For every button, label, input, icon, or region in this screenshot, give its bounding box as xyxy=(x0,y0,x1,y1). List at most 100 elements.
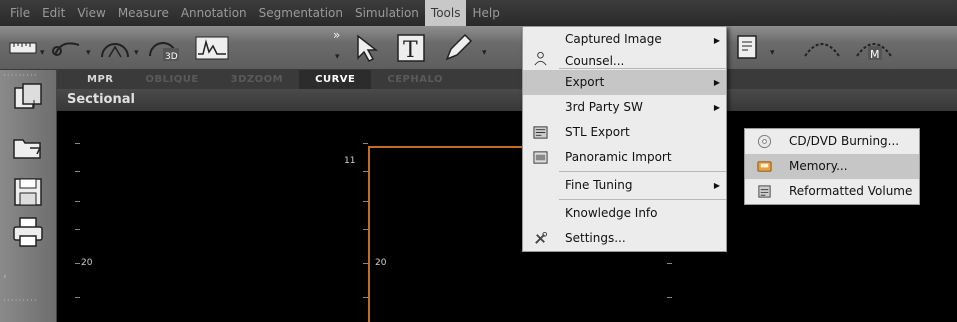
3d-measure-button[interactable]: 3D xyxy=(146,31,182,65)
memory-label: Memory... xyxy=(789,159,848,173)
histogram-icon xyxy=(195,36,229,60)
menu-item-captured-image[interactable]: Captured Image ▶ Counsel... xyxy=(523,27,726,69)
menu-separator xyxy=(559,199,726,200)
curve-m-button[interactable]: M xyxy=(852,31,896,65)
svg-text:T: T xyxy=(403,38,418,63)
tab-cephalo[interactable]: CEPHALO xyxy=(371,70,459,89)
ruler-tick xyxy=(75,229,80,230)
menu-item-fine-tuning[interactable]: Fine Tuning ▶ xyxy=(523,173,726,198)
memory-icon xyxy=(757,161,772,172)
submenu-arrow-icon: ▶ xyxy=(713,78,720,87)
captured-image-label: Captured Image xyxy=(565,32,662,46)
open-folder-icon[interactable] xyxy=(12,132,44,164)
menu-file[interactable]: File xyxy=(0,0,36,26)
angle-tool-button[interactable] xyxy=(50,31,84,65)
text-tool-button[interactable]: T xyxy=(392,31,430,65)
menu-item-3rd-party-sw[interactable]: 3rd Party SW ▶ xyxy=(523,95,726,120)
save-disk-icon[interactable] xyxy=(12,176,44,208)
ruler-tool-button[interactable] xyxy=(8,31,38,65)
print-dropdown-icon[interactable]: ▾ xyxy=(770,48,775,58)
select-pointer-button[interactable] xyxy=(348,31,386,65)
ruler-tick xyxy=(75,171,80,172)
stl-export-label: STL Export xyxy=(565,125,630,139)
ruler-tick xyxy=(75,143,80,144)
menu-help[interactable]: Help xyxy=(466,0,505,26)
print-preview-button[interactable] xyxy=(730,31,766,65)
toolbar-more-icon[interactable]: ▾ xyxy=(335,52,340,62)
settings-label: Settings... xyxy=(565,231,626,245)
ruler-tick xyxy=(667,263,672,264)
arc-dropdown-icon[interactable]: ▾ xyxy=(134,48,139,58)
person-icon xyxy=(534,51,547,66)
tab-3dzoom[interactable]: 3DZOOM xyxy=(215,70,299,89)
ruler-dropdown-icon[interactable]: ▾ xyxy=(40,48,45,58)
menu-edit[interactable]: Edit xyxy=(36,0,71,26)
print-icon[interactable] xyxy=(12,216,44,248)
document-hand-icon xyxy=(737,35,757,59)
knowledge-info-label: Knowledge Info xyxy=(565,206,658,220)
panoramic-icon xyxy=(533,151,548,164)
ruler-tick xyxy=(75,263,80,264)
menu-item-reformatted-volume[interactable]: Reformatted Volume xyxy=(745,179,919,204)
pencil-tool-button[interactable] xyxy=(440,31,476,65)
tab-curve[interactable]: CURVE xyxy=(299,70,372,89)
3d-measure-icon: 3D xyxy=(149,42,179,62)
panoramic-import-label: Panoramic Import xyxy=(565,150,672,164)
tools-menu: Captured Image ▶ Counsel... Export ▶ 3rd… xyxy=(522,26,727,252)
reformatted-volume-label: Reformatted Volume xyxy=(789,184,913,198)
menu-tools[interactable]: Tools xyxy=(424,0,467,26)
pencil-icon xyxy=(445,33,473,61)
menu-simulation[interactable]: Simulation xyxy=(349,0,425,26)
submenu-arrow-icon: ▶ xyxy=(713,181,720,190)
disc-icon xyxy=(757,134,772,149)
counsel-label[interactable]: Counsel... xyxy=(565,53,726,69)
sectional-title: Sectional xyxy=(57,89,957,111)
svg-text:3D: 3D xyxy=(165,52,178,62)
submenu-arrow-icon: ▶ xyxy=(713,36,720,45)
menu-item-settings[interactable]: Settings... xyxy=(523,226,726,251)
view-tabs: MPR OBLIQUE 3DZOOM CURVE CEPHALO xyxy=(57,70,957,89)
ruler-tick xyxy=(667,297,672,298)
menu-annotation[interactable]: Annotation xyxy=(175,0,253,26)
pencil-dropdown-icon[interactable]: ▾ xyxy=(482,48,487,58)
svg-text:M: M xyxy=(870,48,880,61)
menu-separator xyxy=(559,171,726,172)
copy-icon[interactable] xyxy=(12,82,44,114)
curve-measure-button[interactable] xyxy=(800,31,844,65)
menu-item-export[interactable]: Export ▶ xyxy=(523,70,726,95)
menu-measure[interactable]: Measure xyxy=(112,0,175,26)
tab-oblique[interactable]: OBLIQUE xyxy=(129,70,214,89)
pointer-arrow-icon xyxy=(357,34,379,62)
angle-dropdown-icon[interactable]: ▾ xyxy=(86,48,91,58)
main-toolbar: ▾ ▾ ▾ 3D » ▾ T ▾ ▾ M xyxy=(0,26,957,70)
grip-dots-icon[interactable]: ········· xyxy=(3,71,38,81)
toolbar-overflow-icon[interactable]: » xyxy=(333,28,340,42)
menu-segmentation[interactable]: Segmentation xyxy=(253,0,349,26)
cd-dvd-burning-label: CD/DVD Burning... xyxy=(789,134,900,148)
menu-item-stl-export[interactable]: STL Export xyxy=(523,120,726,145)
histogram-button[interactable] xyxy=(192,31,232,65)
grip-dots-bottom-icon[interactable]: ········· xyxy=(3,296,38,306)
menu-item-knowledge-info[interactable]: Knowledge Info xyxy=(523,201,726,226)
ruler-label-top: 11 xyxy=(344,156,356,166)
ruler-tick xyxy=(363,143,368,144)
menu-bar: File Edit View Measure Annotation Segmen… xyxy=(0,0,957,26)
menu-view[interactable]: View xyxy=(71,0,111,26)
curve-measure-icon xyxy=(804,43,840,57)
export-submenu: CD/DVD Burning... Memory... Reformatted … xyxy=(744,128,920,205)
angle-measure-icon xyxy=(52,42,80,56)
curve-frame-top xyxy=(368,146,528,148)
fine-tuning-label: Fine Tuning xyxy=(565,178,633,192)
ruler-tick xyxy=(75,297,80,298)
left-toolbar: ········· ‹ ········· xyxy=(0,70,57,322)
arc-tool-button[interactable] xyxy=(98,31,132,65)
arc-measure-icon xyxy=(101,43,129,58)
scroll-left-icon[interactable]: ‹ xyxy=(3,272,8,282)
menu-item-memory[interactable]: Memory... xyxy=(745,154,919,179)
menu-item-cd-dvd-burning[interactable]: CD/DVD Burning... xyxy=(745,129,919,154)
menu-item-panoramic-import[interactable]: Panoramic Import xyxy=(523,145,726,170)
tab-mpr[interactable]: MPR xyxy=(57,70,129,89)
tools-icon xyxy=(535,231,548,244)
volume-icon xyxy=(758,185,771,198)
curve-frame-left xyxy=(368,146,370,322)
